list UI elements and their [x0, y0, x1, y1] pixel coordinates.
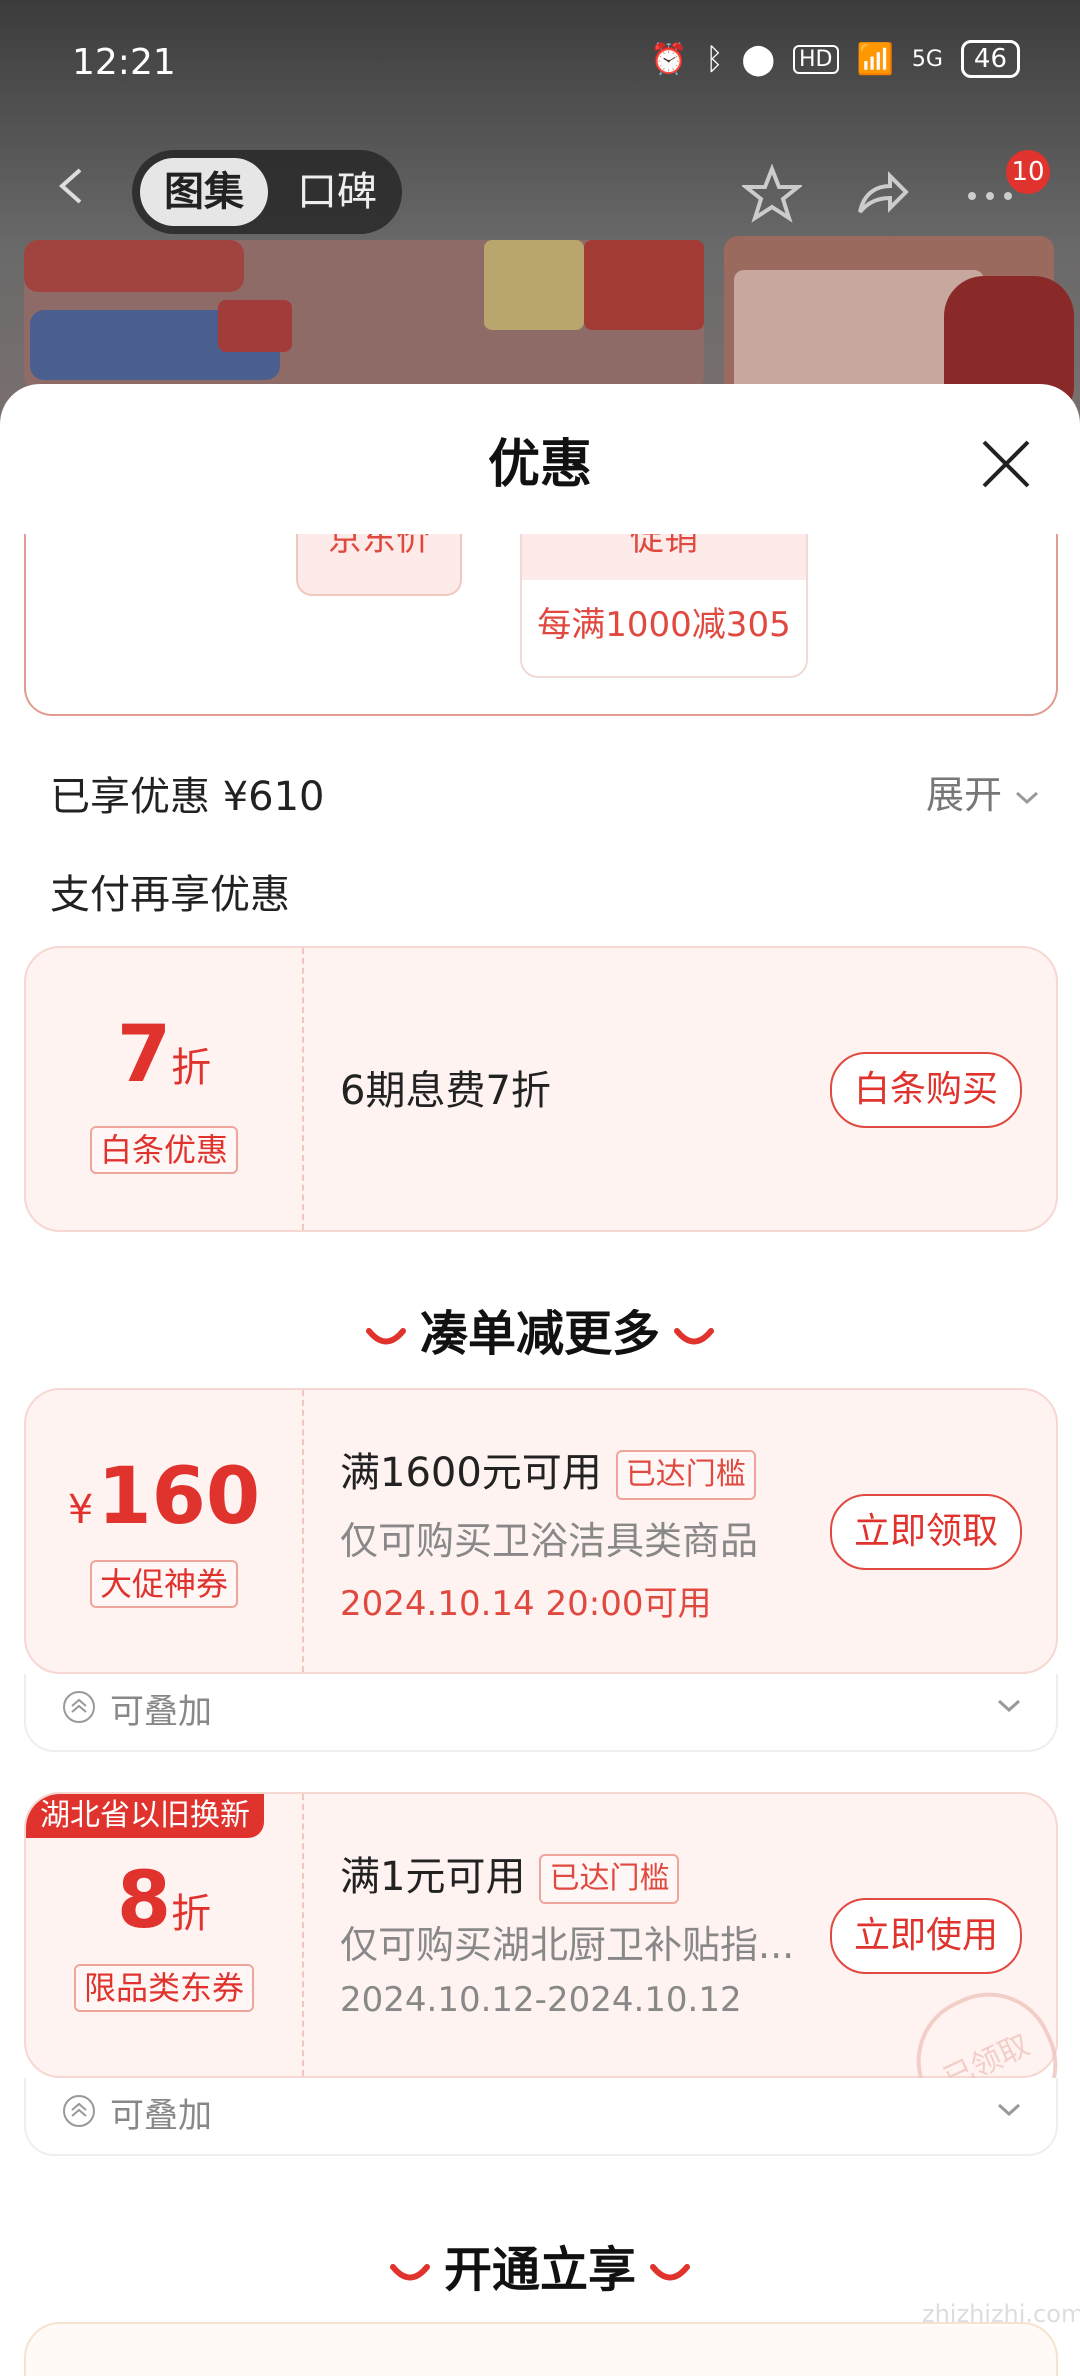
location-icon: ⬤ [741, 41, 776, 77]
coupon-discount: 8折 [116, 1856, 212, 1946]
smile-decor-icon [650, 2264, 690, 2281]
chevron-down-icon [1016, 791, 1039, 804]
promo-card-value: 每满1000减305 [537, 605, 791, 645]
coupon-title: 满1600元可用 已达门槛 [340, 1440, 756, 1500]
coupon-desc: 仅可购买卫浴洁具类商品 [340, 1519, 759, 1563]
alarm-icon: ⏰ [650, 41, 688, 77]
chevron-down-icon [997, 2103, 1021, 2117]
expand-label: 展开 [926, 773, 1003, 817]
watermark: zhizhizhi.com [922, 2300, 1080, 2328]
tab-switcher: 图集 口碑 [132, 150, 402, 234]
coupon-title: 满1元可用 已达门槛 [340, 1844, 680, 1904]
coupon-tag: 限品类东券 [73, 1964, 255, 2012]
coupon-left: ¥160 大促神券 [26, 1390, 304, 1672]
bluetooth-icon: ᛒ [705, 41, 724, 77]
coupon-time: 2024.10.12-2024.10.12 [340, 1980, 742, 2020]
baitiao-card: 7折 白条优惠 6期息费7折 白条购买 [24, 946, 1058, 1232]
trade-in-badge: 湖北省以旧换新 [26, 1794, 264, 1838]
status-bar: 12:21 ⏰ ᛒ ⬤ HD 📶 5G 46 [0, 0, 1080, 130]
stackable-row[interactable]: 可叠加 [24, 2078, 1058, 2156]
section-more-heading: 凑单减更多 [0, 1294, 1080, 1364]
claim-button[interactable]: 立即领取 [830, 1494, 1022, 1570]
coupon-time: 2024.10.14 20:00可用 [340, 1584, 712, 1624]
coupon-card: 8折 限品类东券 湖北省以旧换新 满1元可用 已达门槛 仅可购买湖北厨卫补贴指..… [24, 1792, 1079, 2155]
coupon-card: ¥160 大促神券 满1600元可用 已达门槛 仅可购买卫浴洁具类商品 2024.… [24, 1388, 1058, 1674]
back-arrow-icon[interactable] [52, 166, 92, 206]
smile-decor-icon [389, 2264, 430, 2281]
close-icon[interactable] [978, 436, 1034, 492]
promo-card-head: 促销 [522, 534, 806, 580]
tab-reviews[interactable]: 口碑 [282, 158, 392, 226]
top-nav: 图集 口碑 10 [0, 150, 1080, 240]
stackable-row[interactable]: 可叠加 [24, 1674, 1058, 1752]
threshold-badge: 已达门槛 [539, 1854, 680, 1904]
pay-more-heading: 支付再享优惠 [50, 872, 290, 918]
baitiao-discount: 7折 [116, 1010, 212, 1100]
promo-card: 促销 每满1000减305 [520, 534, 808, 678]
status-time: 12:21 [72, 42, 176, 83]
tab-gallery[interactable]: 图集 [140, 158, 268, 226]
discount-tag [218, 300, 292, 352]
status-icons: ⏰ ᛒ ⬤ HD 📶 5G 46 [650, 40, 1020, 78]
use-now-button[interactable]: 立即使用 [830, 1898, 1022, 1974]
smile-decor-icon [365, 1328, 406, 1345]
wifi-icon: 📶 [856, 41, 894, 77]
baitiao-buy-button[interactable]: 白条购买 [830, 1052, 1022, 1128]
sheet-title: 优惠 [487, 435, 592, 495]
section-open-heading: 开通立享 [0, 2230, 1080, 2300]
notification-badge: 10 [1006, 150, 1050, 194]
share-icon[interactable] [852, 164, 912, 224]
coupon-desc: 仅可购买湖北厨卫补贴指... [340, 1923, 795, 1967]
rank-badge [30, 300, 292, 380]
membership-card [24, 2322, 1058, 2376]
baitiao-title: 6期息费7折 [340, 1068, 551, 1114]
coupon-tag: 大促神券 [89, 1560, 239, 1608]
discount-sheet: 优惠 京东价 促销 每满1000减305 已享优惠 ¥610 展开 支付再享优惠… [0, 384, 1080, 2376]
subsidy-tag [484, 240, 584, 330]
subsidy-amount [584, 240, 704, 330]
stackable-label: 可叠加 [110, 2096, 212, 2136]
threshold-badge: 已达门槛 [615, 1450, 756, 1500]
baitiao-tag: 白条优惠 [89, 1126, 239, 1174]
promo-banner [24, 240, 704, 390]
expand-toggle[interactable]: 展开 [926, 764, 1040, 819]
jd-price-chip: 京东价 [296, 534, 462, 596]
brand-logo [24, 240, 244, 292]
promo-summary-box: 京东价 促销 每满1000减305 [24, 534, 1058, 716]
chevron-down-icon [997, 1699, 1021, 1713]
battery-icon: 46 [960, 40, 1020, 78]
stackable-label: 可叠加 [110, 1692, 212, 1732]
coupon-left: 7折 白条优惠 [26, 948, 304, 1230]
network-label: 5G [911, 46, 943, 72]
background-page: 12:21 ⏰ ᛒ ⬤ HD 📶 5G 46 图集 口碑 10 [0, 0, 1080, 426]
coupon-amount: ¥160 [67, 1452, 261, 1542]
star-icon[interactable] [742, 164, 802, 224]
stack-icon [63, 2095, 95, 2127]
smile-decor-icon [674, 1328, 714, 1345]
hd-icon: HD [793, 44, 839, 74]
enjoyed-discount: 已享优惠 ¥610 [50, 774, 325, 820]
stack-icon [63, 1691, 95, 1723]
